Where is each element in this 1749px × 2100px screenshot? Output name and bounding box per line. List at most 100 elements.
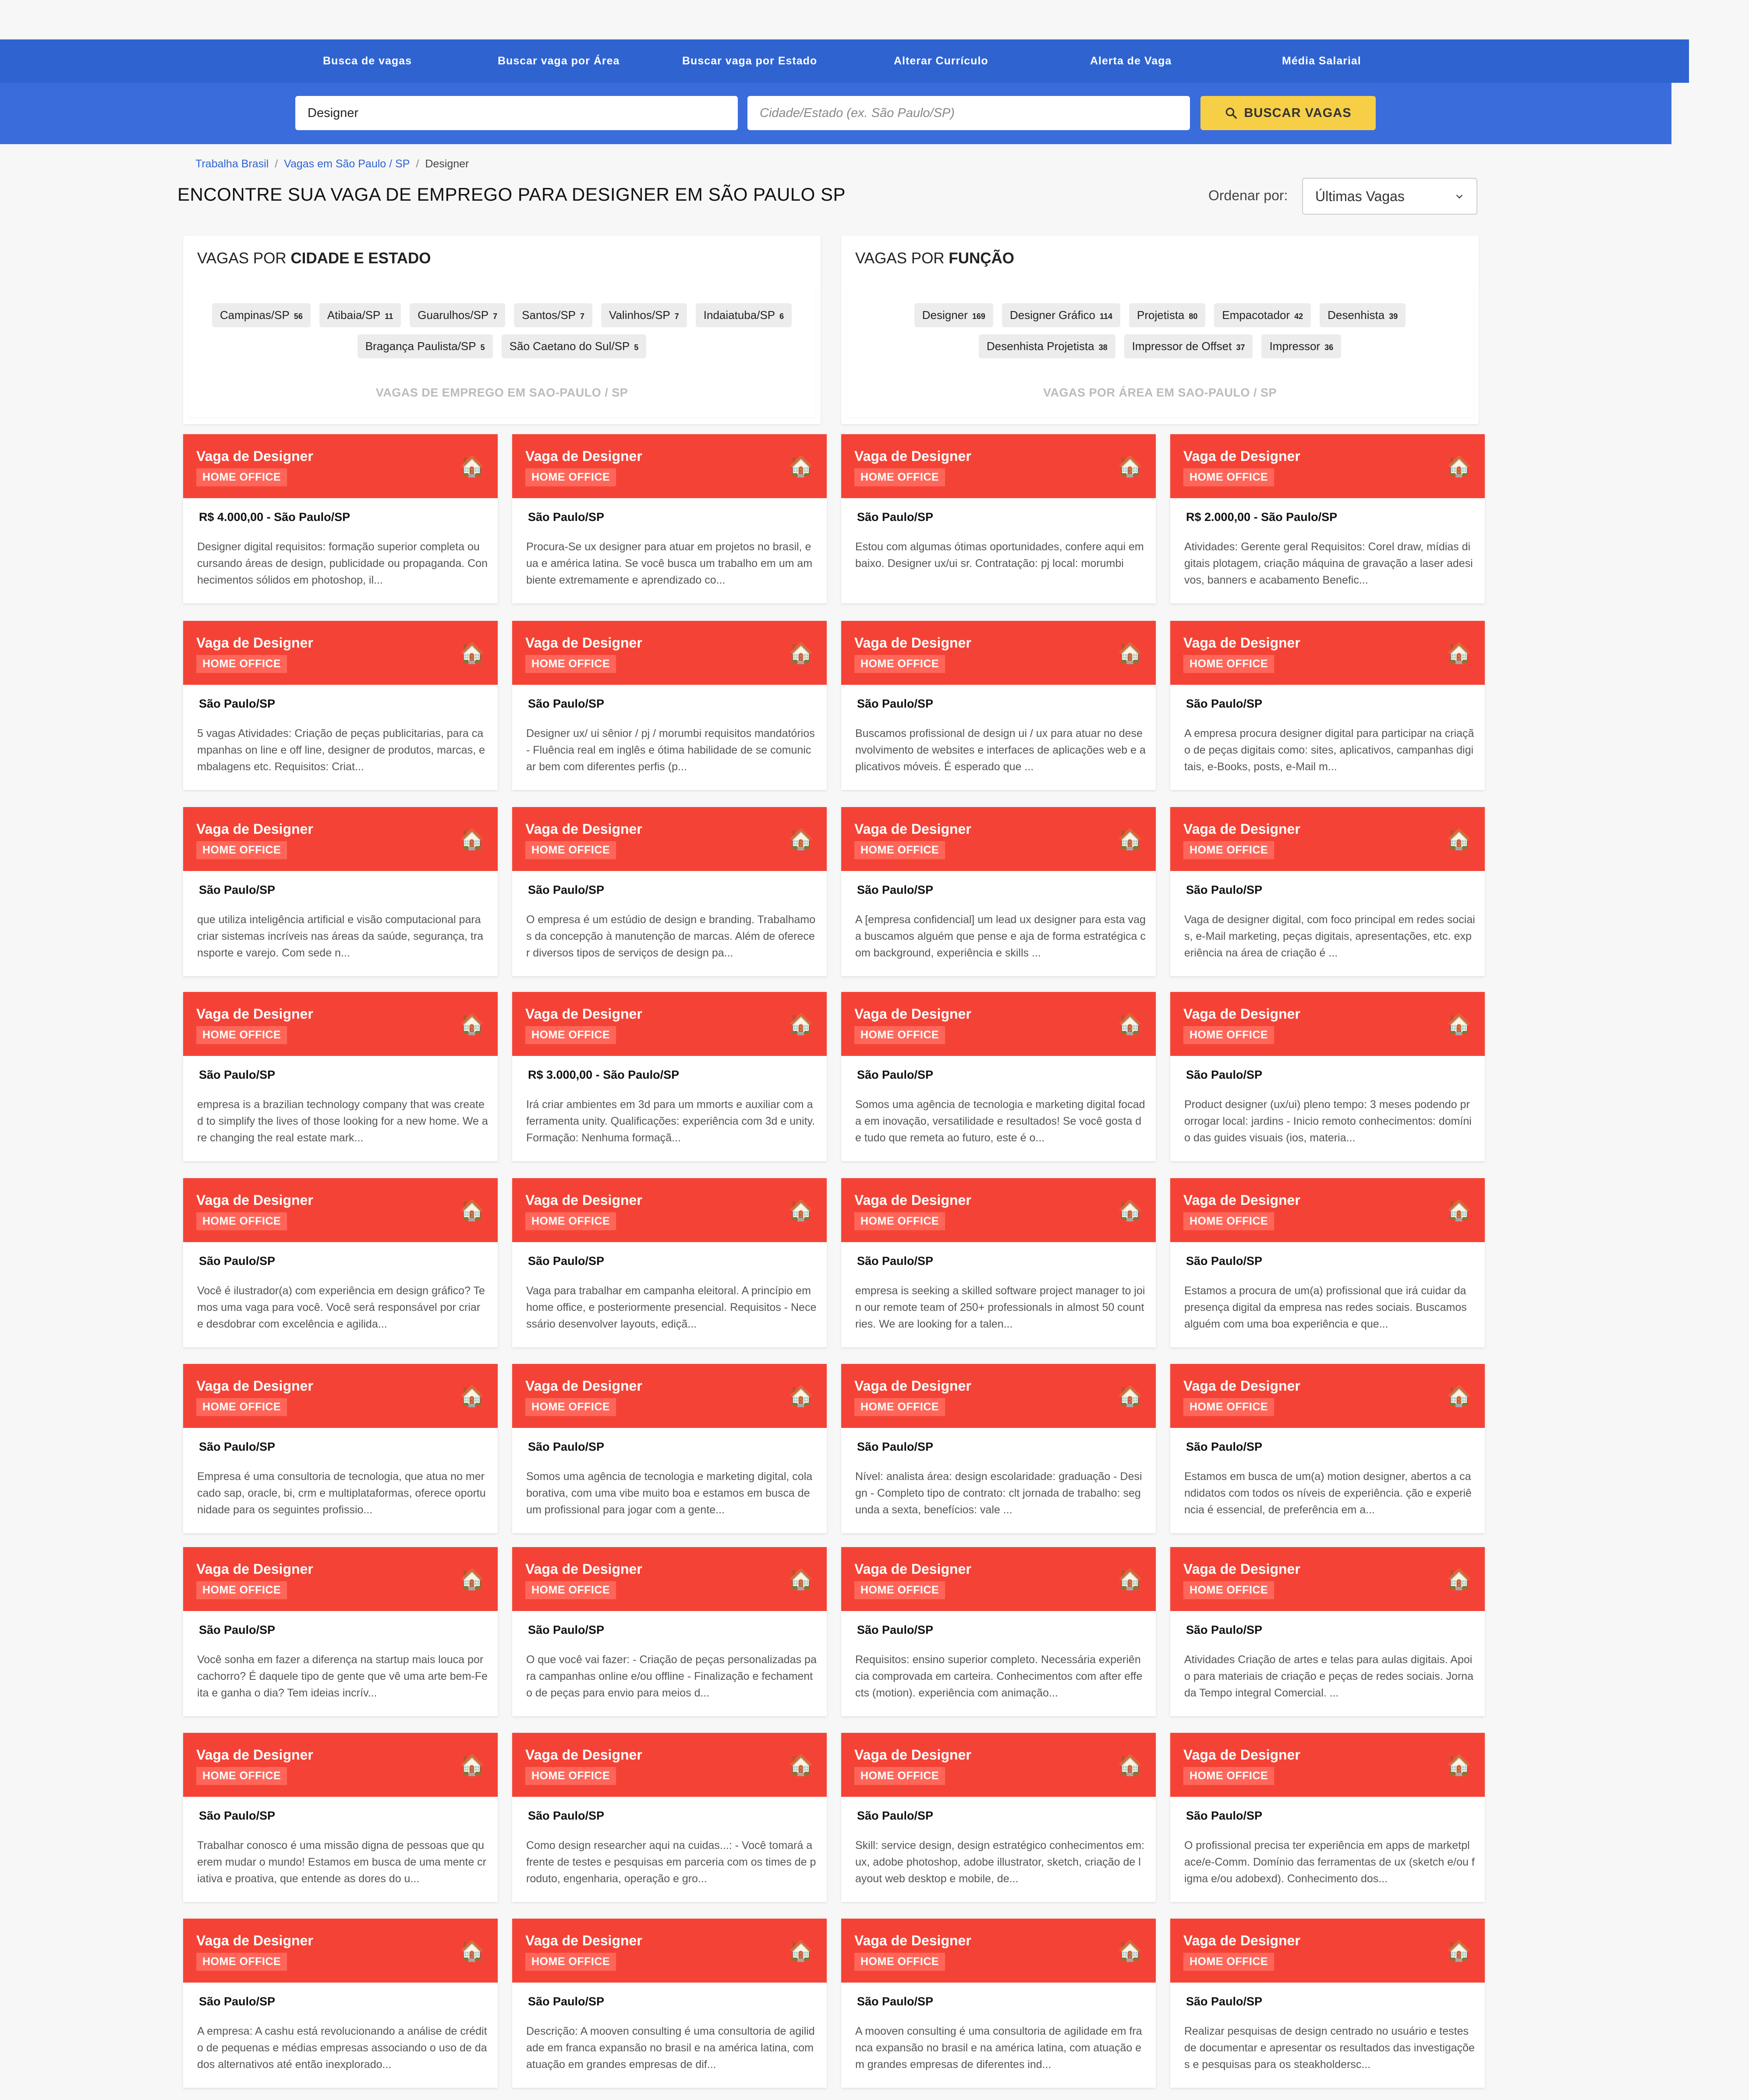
nav-busca-de-vagas[interactable]: Busca de vagas <box>323 39 412 83</box>
nav-alerta-de-vaga[interactable]: Alerta de Vaga <box>1090 39 1172 83</box>
job-card[interactable]: Vaga de Designer HOME OFFICE 🏠 São Paulo/SP… <box>1170 1364 1485 1533</box>
job-title[interactable]: Vaga de Designer <box>1183 1747 1300 1763</box>
job-title[interactable]: Vaga de Designer <box>525 1192 642 1208</box>
job-title[interactable]: Vaga de Designer <box>1183 1561 1300 1577</box>
job-card[interactable]: Vaga de Designer HOME OFFICE 🏠 São Paulo/SP… <box>841 1733 1156 1902</box>
job-title[interactable]: Vaga de Designer <box>196 1006 313 1022</box>
job-title[interactable]: Vaga de Designer <box>1183 448 1300 464</box>
job-card[interactable]: Vaga de Designer HOME OFFICE 🏠 São Paulo/SP… <box>183 992 498 1161</box>
city-tag[interactable]: Valinhos/SP 7 <box>601 303 687 327</box>
job-card[interactable]: Vaga de Designer HOME OFFICE 🏠 São Paulo/SP… <box>183 1178 498 1347</box>
job-card[interactable]: Vaga de Designer HOME OFFICE 🏠 São Paulo/SP… <box>1170 992 1485 1161</box>
function-tag[interactable]: Desenhista 39 <box>1320 303 1406 327</box>
function-panel-footer-link[interactable]: VAGAS POR ÁREA EM SAO-PAULO / SP <box>846 386 1473 400</box>
job-card[interactable]: Vaga de Designer HOME OFFICE 🏠 São Paulo/SP… <box>841 1547 1156 1716</box>
job-card[interactable]: Vaga de Designer HOME OFFICE 🏠 São Paulo/SP… <box>1170 807 1485 976</box>
search-button[interactable]: BUSCAR VAGAS <box>1200 96 1376 130</box>
job-card[interactable]: Vaga de Designer HOME OFFICE 🏠 São Paulo/SP… <box>183 621 498 790</box>
job-title[interactable]: Vaga de Designer <box>196 448 313 464</box>
job-card[interactable]: Vaga de Designer HOME OFFICE 🏠 São Paulo/SP… <box>512 1364 827 1533</box>
job-card[interactable]: Vaga de Designer HOME OFFICE 🏠 São Paulo/SP… <box>841 992 1156 1161</box>
job-card[interactable]: Vaga de Designer HOME OFFICE 🏠 São Paulo/SP… <box>183 1364 498 1533</box>
job-card[interactable]: Vaga de Designer HOME OFFICE 🏠 São Paulo/SP… <box>512 434 827 603</box>
keyword-input[interactable] <box>295 96 738 130</box>
job-title[interactable]: Vaga de Designer <box>525 1561 642 1577</box>
function-tag[interactable]: Designer Gráfico 114 <box>1002 303 1120 327</box>
job-card[interactable]: Vaga de Designer HOME OFFICE 🏠 São Paulo/SP… <box>841 1919 1156 2088</box>
job-title[interactable]: Vaga de Designer <box>525 448 642 464</box>
job-card[interactable]: Vaga de Designer HOME OFFICE 🏠 São Paulo/SP… <box>512 1919 827 2088</box>
job-title[interactable]: Vaga de Designer <box>854 1561 971 1577</box>
job-card[interactable]: Vaga de Designer HOME OFFICE 🏠 São Paulo/SP… <box>1170 1547 1485 1716</box>
job-title[interactable]: Vaga de Designer <box>1183 821 1300 837</box>
job-title[interactable]: Vaga de Designer <box>525 635 642 651</box>
job-title[interactable]: Vaga de Designer <box>854 448 971 464</box>
job-title[interactable]: Vaga de Designer <box>854 1933 971 1949</box>
job-title[interactable]: Vaga de Designer <box>196 1192 313 1208</box>
job-card[interactable]: Vaga de Designer HOME OFFICE 🏠 São Paulo/SP… <box>512 621 827 790</box>
job-card[interactable]: Vaga de Designer HOME OFFICE 🏠 São Paulo/SP… <box>841 1178 1156 1347</box>
job-card[interactable]: Vaga de Designer HOME OFFICE 🏠 São Paulo/SP… <box>183 1919 498 2088</box>
job-title[interactable]: Vaga de Designer <box>525 821 642 837</box>
breadcrumb-home[interactable]: Trabalha Brasil <box>195 158 269 170</box>
city-tag[interactable]: Santos/SP 7 <box>514 303 593 327</box>
job-title[interactable]: Vaga de Designer <box>854 1192 971 1208</box>
job-title[interactable]: Vaga de Designer <box>854 821 971 837</box>
job-card[interactable]: Vaga de Designer HOME OFFICE 🏠 São Paulo/SP… <box>841 434 1156 603</box>
job-card[interactable]: Vaga de Designer HOME OFFICE 🏠 São Paulo/SP… <box>183 1733 498 1902</box>
job-title[interactable]: Vaga de Designer <box>1183 1933 1300 1949</box>
job-title[interactable]: Vaga de Designer <box>196 821 313 837</box>
job-title[interactable]: Vaga de Designer <box>854 1006 971 1022</box>
job-title[interactable]: Vaga de Designer <box>525 1933 642 1949</box>
city-tag[interactable]: Indaiatuba/SP 6 <box>695 303 792 327</box>
job-title[interactable]: Vaga de Designer <box>196 1378 313 1394</box>
city-tag[interactable]: São Caetano do Sul/SP 5 <box>501 334 647 358</box>
job-title[interactable]: Vaga de Designer <box>854 1747 971 1763</box>
job-card[interactable]: Vaga de Designer HOME OFFICE 🏠 São Paulo/SP… <box>841 807 1156 976</box>
city-panel-footer-link[interactable]: VAGAS DE EMPREGO EM SAO-PAULO / SP <box>188 386 815 400</box>
job-title[interactable]: Vaga de Designer <box>196 1561 313 1577</box>
city-tag[interactable]: Guarulhos/SP 7 <box>410 303 506 327</box>
job-title[interactable]: Vaga de Designer <box>1183 635 1300 651</box>
function-tag[interactable]: Desenhista Projetista 38 <box>978 334 1115 358</box>
order-select[interactable]: Últimas Vagas <box>1302 178 1477 215</box>
job-card[interactable]: Vaga de Designer HOME OFFICE 🏠 São Paulo/SP… <box>183 807 498 976</box>
function-tag[interactable]: Projetista 80 <box>1129 303 1206 327</box>
job-title[interactable]: Vaga de Designer <box>525 1006 642 1022</box>
job-title[interactable]: Vaga de Designer <box>854 1378 971 1394</box>
nav-media-salarial[interactable]: Média Salarial <box>1282 39 1361 83</box>
job-card[interactable]: Vaga de Designer HOME OFFICE 🏠 São Paulo/SP… <box>512 807 827 976</box>
function-tag[interactable]: Impressor de Offset 37 <box>1124 334 1253 358</box>
nav-buscar-por-area[interactable]: Buscar vaga por Área <box>498 39 620 83</box>
nav-buscar-por-estado[interactable]: Buscar vaga por Estado <box>682 39 817 83</box>
location-input[interactable] <box>747 96 1190 130</box>
job-title[interactable]: Vaga de Designer <box>196 1933 313 1949</box>
job-card[interactable]: Vaga de Designer HOME OFFICE 🏠 São Paulo/SP… <box>512 1178 827 1347</box>
job-card[interactable]: Vaga de Designer HOME OFFICE 🏠 R$ 4.000,00 … <box>183 434 498 603</box>
job-title[interactable]: Vaga de Designer <box>854 635 971 651</box>
job-card[interactable]: Vaga de Designer HOME OFFICE 🏠 São Paulo/SP… <box>841 621 1156 790</box>
job-title[interactable]: Vaga de Designer <box>196 635 313 651</box>
job-card[interactable]: Vaga de Designer HOME OFFICE 🏠 São Paulo/SP… <box>512 1547 827 1716</box>
job-title[interactable]: Vaga de Designer <box>1183 1378 1300 1394</box>
function-tag[interactable]: Designer 169 <box>914 303 993 327</box>
function-tag[interactable]: Impressor 36 <box>1261 334 1342 358</box>
function-tag[interactable]: Empacotador 42 <box>1214 303 1311 327</box>
city-tag[interactable]: Campinas/SP 56 <box>212 303 311 327</box>
job-card[interactable]: Vaga de Designer HOME OFFICE 🏠 São Paulo/SP… <box>1170 1919 1485 2088</box>
city-tag[interactable]: Bragança Paulista/SP 5 <box>357 334 493 358</box>
job-title[interactable]: Vaga de Designer <box>196 1747 313 1763</box>
nav-alterar-curriculo[interactable]: Alterar Currículo <box>894 39 988 83</box>
job-card[interactable]: Vaga de Designer HOME OFFICE 🏠 São Paulo/SP… <box>1170 1178 1485 1347</box>
job-card[interactable]: Vaga de Designer HOME OFFICE 🏠 R$ 2.000,00 … <box>1170 434 1485 603</box>
job-card[interactable]: Vaga de Designer HOME OFFICE 🏠 São Paulo/SP… <box>183 1547 498 1716</box>
job-card[interactable]: Vaga de Designer HOME OFFICE 🏠 São Paulo/SP… <box>512 1733 827 1902</box>
job-title[interactable]: Vaga de Designer <box>1183 1192 1300 1208</box>
job-title[interactable]: Vaga de Designer <box>525 1378 642 1394</box>
job-card[interactable]: Vaga de Designer HOME OFFICE 🏠 São Paulo/SP… <box>1170 1733 1485 1902</box>
breadcrumb-region[interactable]: Vagas em São Paulo / SP <box>284 158 410 170</box>
job-title[interactable]: Vaga de Designer <box>525 1747 642 1763</box>
job-title[interactable]: Vaga de Designer <box>1183 1006 1300 1022</box>
job-card[interactable]: Vaga de Designer HOME OFFICE 🏠 São Paulo/SP… <box>841 1364 1156 1533</box>
job-card[interactable]: Vaga de Designer HOME OFFICE 🏠 R$ 3.000,00 … <box>512 992 827 1161</box>
